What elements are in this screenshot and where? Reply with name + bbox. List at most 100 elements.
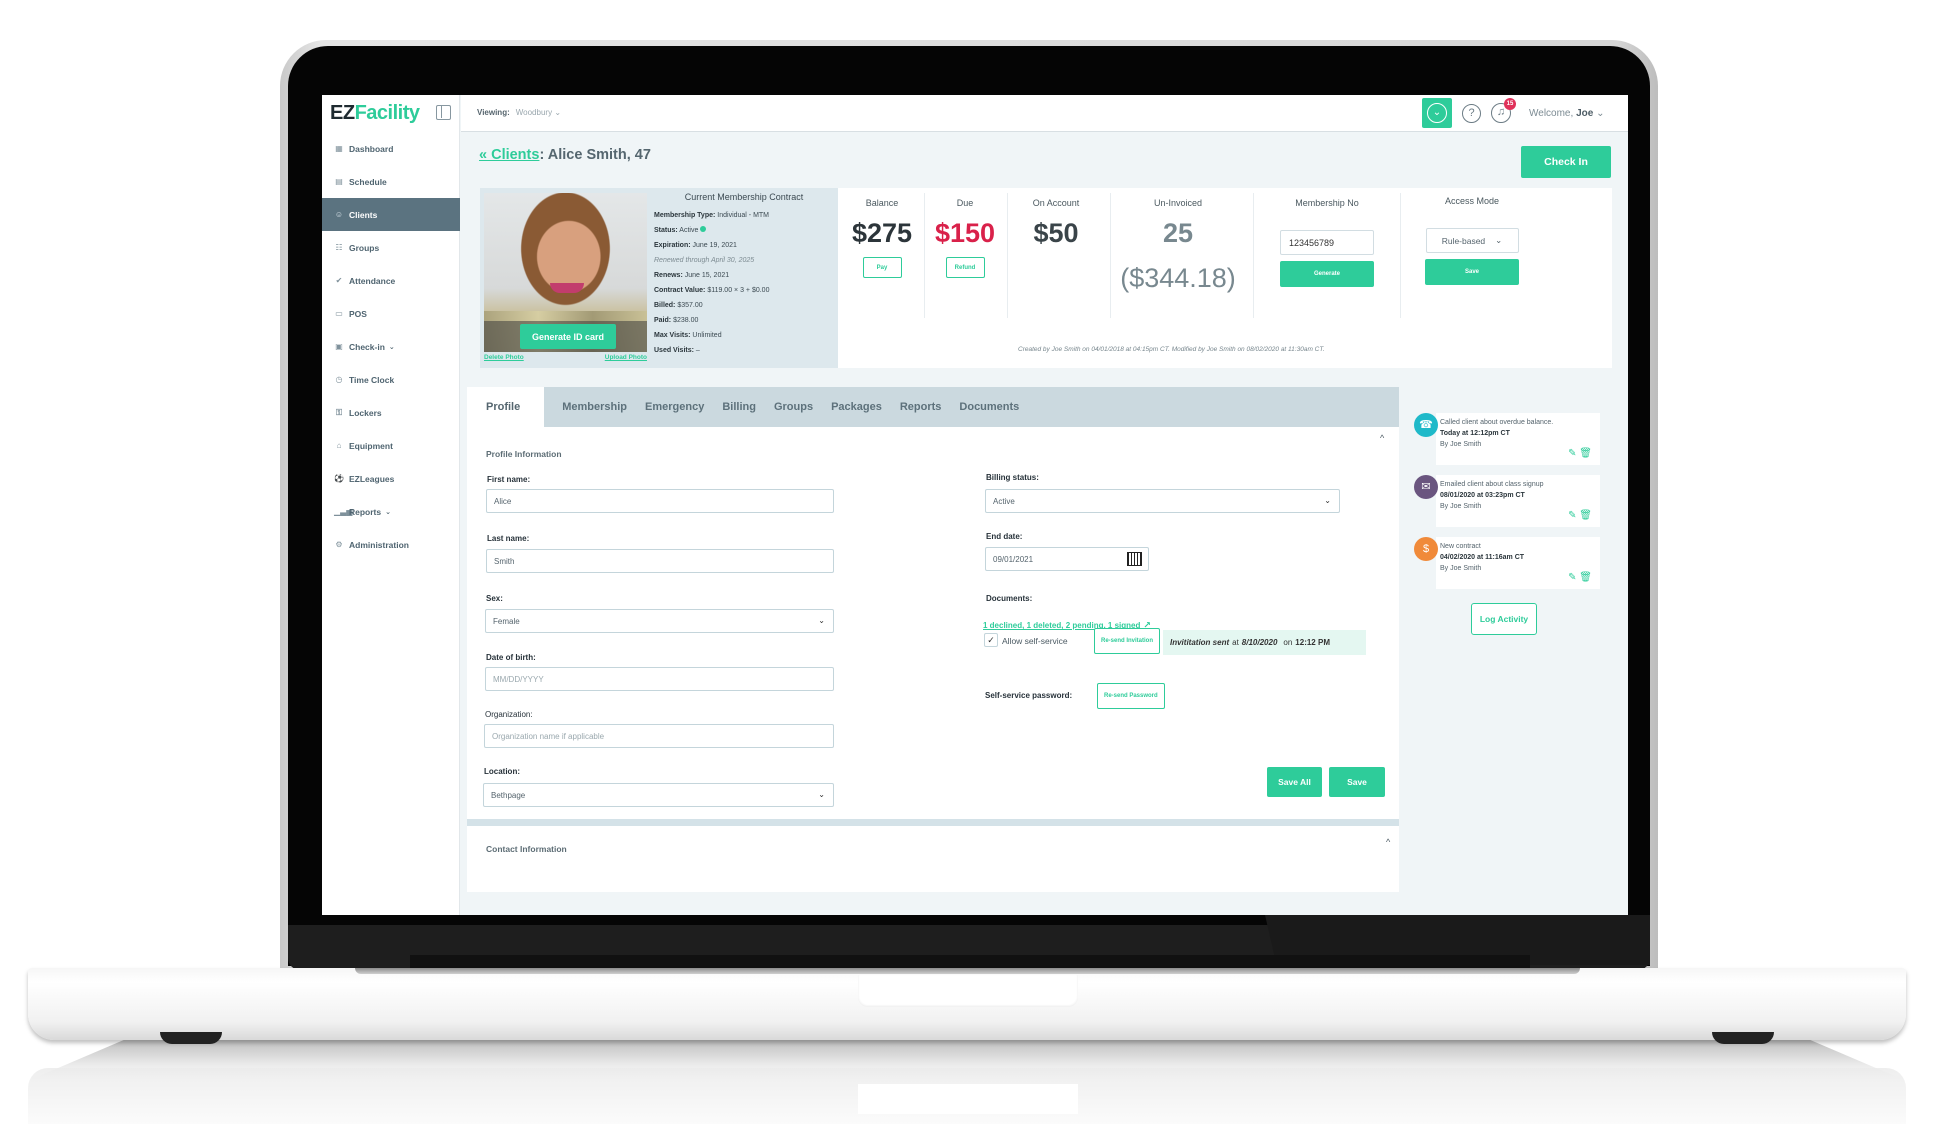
sidebar-item-label: Lockers (349, 407, 382, 418)
organization-input[interactable]: Organization name if applicable (484, 724, 834, 748)
pay-button[interactable]: Pay (862, 257, 902, 278)
sidebar-item-groups[interactable]: ☷ Groups (322, 231, 460, 264)
self-service-password-label: Self-service password: (985, 691, 1073, 700)
sidebar-item-dashboard[interactable]: ▦ Dashboard (322, 132, 460, 165)
sidebar-toggle-icon[interactable] (436, 105, 451, 120)
sidebar-item-reports[interactable]: ▁▃▅ Reports ⌄ (322, 495, 460, 528)
collapse-section-icon[interactable]: ^ (1386, 837, 1390, 847)
sidebar-item-ezleagues[interactable]: ⚽ EZLeagues (322, 462, 460, 495)
save-all-button[interactable]: Save All (1267, 767, 1322, 797)
edit-icon[interactable]: ✎ (1568, 510, 1576, 521)
trash-icon[interactable]: 🗑 (1579, 572, 1592, 583)
check-in-button[interactable]: Check In (1521, 146, 1611, 178)
sidebar-item-check-in[interactable]: ▣ Check-in ⌄ (322, 330, 460, 363)
activity-time: 04/02/2020 at 11:16am CT (1440, 554, 1525, 561)
trash-icon[interactable]: 🗑 (1579, 448, 1592, 459)
log-activity-button[interactable]: Log Activity (1471, 603, 1537, 635)
generate-id-card-button[interactable]: Generate ID card (520, 324, 616, 349)
app-logo[interactable]: EZFacility (330, 102, 420, 125)
sidebar-item-attendance[interactable]: ✔ Attendance (322, 264, 460, 297)
client-summary: Generate ID card Delete Photo Upload Pho… (480, 188, 1612, 368)
access-save-button[interactable]: Save (1425, 259, 1519, 285)
sex-select[interactable]: Female ⌄ (485, 609, 834, 633)
checkin-icon: ▣ (335, 342, 343, 351)
trash-icon[interactable]: 🗑 (1579, 510, 1592, 521)
due-value: $150 (934, 218, 996, 248)
notification-badge: 15 (1504, 98, 1516, 110)
profile-panel: Profile Membership Emergency Billing Groups P… (467, 387, 1399, 892)
tab-membership[interactable]: Membership (553, 387, 636, 427)
allow-self-service-checkbox[interactable]: ✓ (984, 633, 998, 647)
divider (1400, 193, 1401, 318)
sidebar-item-label: Administration (349, 539, 409, 550)
last-name-input[interactable]: Smith (486, 549, 834, 573)
activity-actions: ✎ 🗑 (1568, 510, 1592, 521)
resend-invitation-button[interactable]: Re-send Invitation (1094, 628, 1161, 654)
contract-line: Expiration: June 19, 2021 (654, 238, 834, 253)
tab-documents[interactable]: Documents (950, 387, 1028, 427)
edit-icon[interactable]: ✎ (1568, 572, 1576, 583)
sidebar-item-pos[interactable]: ▭ POS (322, 297, 460, 330)
activity-item: Called client about overdue balance. Toda… (1408, 413, 1600, 465)
check-icon: ✔ (335, 276, 343, 285)
location-select[interactable]: Bethpage ⌄ (483, 783, 834, 807)
resend-password-button[interactable]: Re-send Password (1097, 683, 1165, 709)
refund-button[interactable]: Refund (945, 257, 985, 278)
save-button[interactable]: Save (1329, 767, 1385, 797)
collapse-section-icon[interactable]: ^ (1380, 433, 1384, 443)
sidebar-item-clients[interactable]: ☺ Clients (322, 198, 460, 231)
activity-list: Called client about overdue balance. Toda… (1408, 413, 1600, 589)
due-label: Due (956, 198, 974, 208)
generate-button[interactable]: Generate (1280, 261, 1374, 287)
contract-line: Used Visits: – (654, 343, 834, 358)
activity-card: Emailed client about class signup 08/01/2… (1436, 475, 1600, 527)
activity-card: Called client about overdue balance. Toda… (1436, 413, 1600, 465)
trackpad-notch (858, 975, 1078, 1007)
tab-emergency[interactable]: Emergency (636, 387, 713, 427)
edit-icon[interactable]: ✎ (1568, 448, 1576, 459)
location-value: Bethpage (491, 790, 526, 800)
end-date-label: End date: (986, 532, 1023, 541)
tab-groups[interactable]: Groups (765, 387, 822, 427)
sidebar-item-equipment[interactable]: ⌂ Equipment (322, 429, 460, 462)
delete-photo-link[interactable]: Delete Photo (484, 354, 524, 361)
invite-sent-text: Invititation sent (1170, 638, 1230, 647)
dob-input[interactable]: MM/DD/YYYY (485, 667, 834, 691)
help-icon[interactable]: ? (1462, 104, 1481, 123)
sidebar-item-time-clock[interactable]: ◷ Time Clock (322, 363, 460, 396)
contract-line: Membership Type: Individual - MTM (654, 208, 834, 223)
viewing-label: Viewing: (477, 108, 510, 117)
status-active-icon (700, 226, 707, 232)
checkin-quick-button[interactable]: ⌄ (1422, 98, 1452, 128)
invite-at: at (1232, 638, 1239, 647)
activity-author: By Joe Smith (1440, 441, 1482, 448)
sidebar-item-label: EZLeagues (349, 473, 395, 484)
membership-contract: Generate ID card Delete Photo Upload Pho… (480, 188, 838, 368)
sidebar-item-label: Groups (349, 242, 380, 253)
sidebar-item-schedule[interactable]: ▤ Schedule (322, 165, 460, 198)
user-menu[interactable]: Welcome, Joe ⌄ (1529, 108, 1604, 119)
first-name-input[interactable]: Alice (486, 489, 834, 513)
chevron-down-icon: ⌄ (554, 108, 562, 117)
upload-photo-link[interactable]: Upload Photo (605, 354, 647, 361)
end-date-input[interactable]: 09/01/2021 (985, 547, 1149, 571)
tab-profile[interactable]: Profile (467, 387, 545, 427)
logo-facility: Facility (354, 102, 420, 124)
sidebar: EZFacility ▦ Dashboard ▤ Schedule ☺ Clients ☷ G… (322, 95, 460, 915)
invite-on: on (1283, 638, 1293, 647)
billing-status-select[interactable]: Active ⌄ (985, 489, 1340, 513)
tab-billing[interactable]: Billing (713, 387, 765, 427)
clock-icon: ◷ (335, 375, 343, 384)
access-mode-select[interactable]: Rule-based ⌄ (1425, 228, 1519, 253)
contract-line-label: Contract Value: (654, 287, 706, 294)
tab-packages[interactable]: Packages (822, 387, 891, 427)
sidebar-item-administration[interactable]: ⚙ Administration (322, 528, 460, 561)
location-switcher[interactable]: Viewing: Woodbury ⌄ (477, 108, 561, 117)
contract-line-label: Renews: (654, 272, 683, 279)
contract-line-label: Max Visits: (654, 332, 691, 339)
membership-no-input[interactable] (1280, 230, 1374, 255)
tab-reports[interactable]: Reports (891, 387, 951, 427)
sidebar-item-lockers[interactable]: ⚿ Lockers (322, 396, 460, 429)
calendar-icon[interactable] (1127, 552, 1142, 566)
breadcrumb-clients-link[interactable]: « Clients (479, 147, 539, 163)
